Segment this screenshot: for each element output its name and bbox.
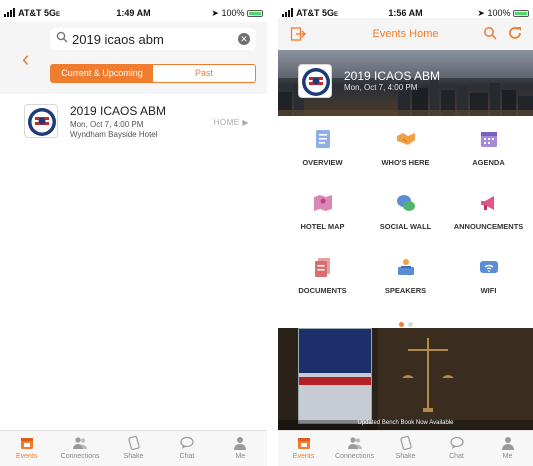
- tab-label: Shake: [395, 453, 416, 460]
- page-dot-active[interactable]: [398, 322, 404, 327]
- page-dot[interactable]: [407, 322, 413, 327]
- tile-label: AGENDA: [472, 158, 505, 167]
- battery-percent: 100%: [221, 8, 245, 18]
- tile-label: SOCIAL WALL: [379, 222, 432, 231]
- search-icon[interactable]: [483, 26, 497, 40]
- tab-bar: Events Connections Shake Chat Me: [278, 430, 533, 466]
- location-arrow-icon: ➤: [211, 8, 219, 18]
- tile-label: HOTEL MAP: [300, 222, 345, 231]
- tab-connections[interactable]: Connections: [53, 431, 106, 466]
- tile-label: DOCUMENTS: [298, 286, 347, 295]
- tile-wifi[interactable]: WIFI: [446, 256, 531, 318]
- tab-label: Shake: [123, 453, 144, 460]
- banner-event-date: Mon, Oct 7, 4:00 PM: [344, 83, 418, 92]
- bench-book-cover: [298, 328, 372, 424]
- tab-label: Chat: [449, 453, 464, 460]
- tab-shake[interactable]: Shake: [107, 431, 160, 466]
- event-result-row[interactable]: 2019 ICAOS ABM Mon, Oct 7, 4:00 PM Wyndh…: [0, 104, 267, 146]
- tile-social-wall[interactable]: SOCIAL WALL: [363, 192, 448, 254]
- tab-shake[interactable]: Shake: [380, 431, 431, 466]
- search-header: ‹ ✕ Current & Upcoming Past: [0, 22, 267, 94]
- segment-current-upcoming[interactable]: Current & Upcoming: [51, 65, 153, 82]
- search-input[interactable]: [72, 30, 232, 48]
- banner-event-title: 2019 ICAOS ABM: [344, 69, 441, 83]
- event-venue: Wyndham Bayside Hotel: [70, 130, 158, 139]
- back-chevron-icon[interactable]: ‹: [22, 46, 29, 72]
- tab-label: Chat: [179, 453, 195, 460]
- event-filter-segmented-control: Current & Upcoming Past: [50, 64, 256, 83]
- event-logo: [24, 104, 58, 138]
- tab-label: Connections: [60, 453, 100, 460]
- handshake-icon: [396, 133, 415, 145]
- tab-chat[interactable]: Chat: [431, 431, 482, 466]
- battery-indicator: ➤ 100%: [211, 8, 263, 19]
- tab-bar: Events Connections Shake Chat Me: [0, 430, 267, 466]
- tile-speakers[interactable]: SPEAKERS: [363, 256, 448, 318]
- people-icon: [347, 437, 362, 449]
- event-banner: 2019 ICAOS ABM Mon, Oct 7, 4:00 PM: [278, 50, 533, 116]
- tab-connections[interactable]: Connections: [329, 431, 380, 466]
- shake-icon: [399, 435, 412, 451]
- events-home-screen: AT&T 5GE 1:56 AM ➤ 100% Events Home 2019…: [278, 0, 533, 466]
- tab-chat[interactable]: Chat: [160, 431, 213, 466]
- people-icon: [73, 437, 88, 449]
- tab-label: Connections: [335, 453, 374, 460]
- tile-label: WIFI: [480, 286, 497, 295]
- event-title: 2019 ICAOS ABM: [70, 104, 167, 118]
- tile-overview[interactable]: OVERVIEW: [280, 128, 365, 190]
- wifi-icon: [479, 261, 498, 273]
- battery-percent: 100%: [487, 8, 511, 18]
- calendar-icon: [480, 132, 497, 147]
- overview-icon: [315, 130, 330, 148]
- search-icon: [56, 31, 68, 43]
- tab-label: Events: [16, 453, 38, 460]
- sponsor-banner-ad[interactable]: Updated Bench Book Now Available: [278, 328, 533, 430]
- tile-label: OVERVIEW: [302, 158, 343, 167]
- tab-label: Me: [235, 453, 246, 460]
- tab-me[interactable]: Me: [214, 431, 267, 466]
- battery-icon: [513, 10, 529, 18]
- chat-icon: [180, 436, 194, 449]
- tab-events[interactable]: Events: [0, 431, 53, 466]
- chat-icon: [449, 436, 464, 449]
- tile-agenda[interactable]: AGENDA: [446, 128, 531, 190]
- location-arrow-icon: ➤: [477, 8, 485, 18]
- app-header: Events Home: [278, 18, 533, 50]
- person-icon: [501, 437, 514, 450]
- tab-label: Me: [502, 453, 513, 460]
- tile-whos-here[interactable]: WHO'S HERE: [363, 128, 448, 190]
- shake-icon: [127, 435, 140, 451]
- speaker-icon: [397, 259, 414, 275]
- event-date: Mon, Oct 7, 4:00 PM: [70, 120, 144, 129]
- megaphone-icon: [480, 196, 494, 210]
- search-bar[interactable]: ✕: [50, 28, 256, 50]
- tile-documents[interactable]: DOCUMENTS: [280, 256, 365, 318]
- person-icon: [234, 437, 247, 450]
- chat-bubbles-icon: [396, 195, 415, 211]
- tab-events[interactable]: Events: [278, 431, 329, 466]
- tile-announcements[interactable]: ANNOUNCEMENTS: [446, 192, 531, 254]
- segment-past[interactable]: Past: [153, 65, 255, 82]
- documents-icon: [314, 258, 330, 277]
- tab-me[interactable]: Me: [482, 431, 533, 466]
- tile-label: SPEAKERS: [384, 286, 427, 295]
- tab-label: Events: [292, 453, 315, 460]
- calendar-icon: [297, 438, 310, 449]
- event-logo: [298, 64, 332, 98]
- search-results-screen: AT&T 5GE 1:49 AM ➤ 100% ‹ ✕ Current & Up…: [0, 0, 267, 466]
- ad-caption: Updated Bench Book Now Available: [278, 420, 533, 430]
- clear-search-icon[interactable]: ✕: [238, 33, 250, 45]
- calendar-icon: [20, 438, 33, 449]
- battery-icon: [247, 10, 263, 18]
- tile-label: WHO'S HERE: [381, 158, 430, 167]
- tile-hotel-map[interactable]: HOTEL MAP: [280, 192, 365, 254]
- map-icon: [313, 195, 332, 211]
- home-link[interactable]: HOME ▶: [214, 118, 249, 127]
- tile-label: ANNOUNCEMENTS: [453, 222, 524, 231]
- refresh-icon[interactable]: [507, 25, 523, 41]
- screen-divider: [267, 0, 278, 466]
